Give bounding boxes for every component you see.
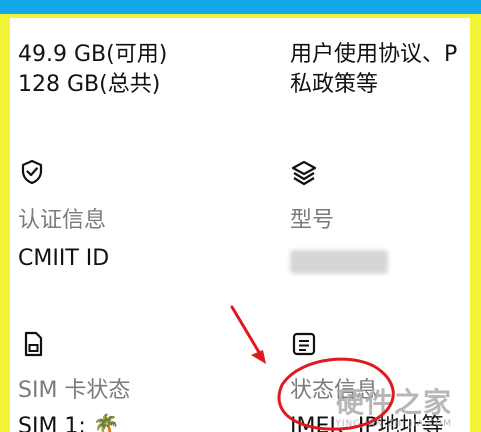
watermark: 硬件之家 YINGJIAN ZHI JIA.COM — [335, 381, 452, 429]
storage-item[interactable]: 49.9 GB(可用) 128 GB(总共) — [18, 40, 167, 100]
sim-card-icon — [24, 331, 43, 357]
legal-line-1: 用户使用协议、P — [290, 42, 458, 67]
legal-item[interactable]: 用户使用协议、P 私政策等 — [290, 40, 457, 100]
storage-total: 128 GB(总共) — [18, 72, 161, 97]
model-value-blurred — [290, 250, 388, 274]
top-status-bar — [0, 0, 481, 14]
sim-label: SIM 卡状态 — [18, 378, 131, 403]
sim-value: SIM 1: 🌴 — [18, 414, 121, 432]
legal-line-2: 私政策等 — [290, 72, 379, 97]
screenshot-frame: 49.9 GB(可用) 128 GB(总共) 用户使用协议、P 私政策等 认证信… — [0, 0, 481, 432]
certification-value: CMIIT ID — [18, 246, 110, 271]
watermark-sub: YINGJIAN ZHI JIA.COM — [335, 419, 452, 429]
storage-available: 49.9 GB(可用) — [18, 42, 168, 67]
device-info-panel: 49.9 GB(可用) 128 GB(总共) 用户使用协议、P 私政策等 认证信… — [10, 18, 470, 432]
layers-icon — [291, 160, 317, 186]
shield-check-icon — [21, 159, 43, 185]
document-icon — [292, 332, 316, 356]
watermark-main: 硬件之家 — [335, 386, 452, 419]
model-label: 型号 — [290, 208, 335, 233]
certification-label: 认证信息 — [18, 208, 107, 233]
